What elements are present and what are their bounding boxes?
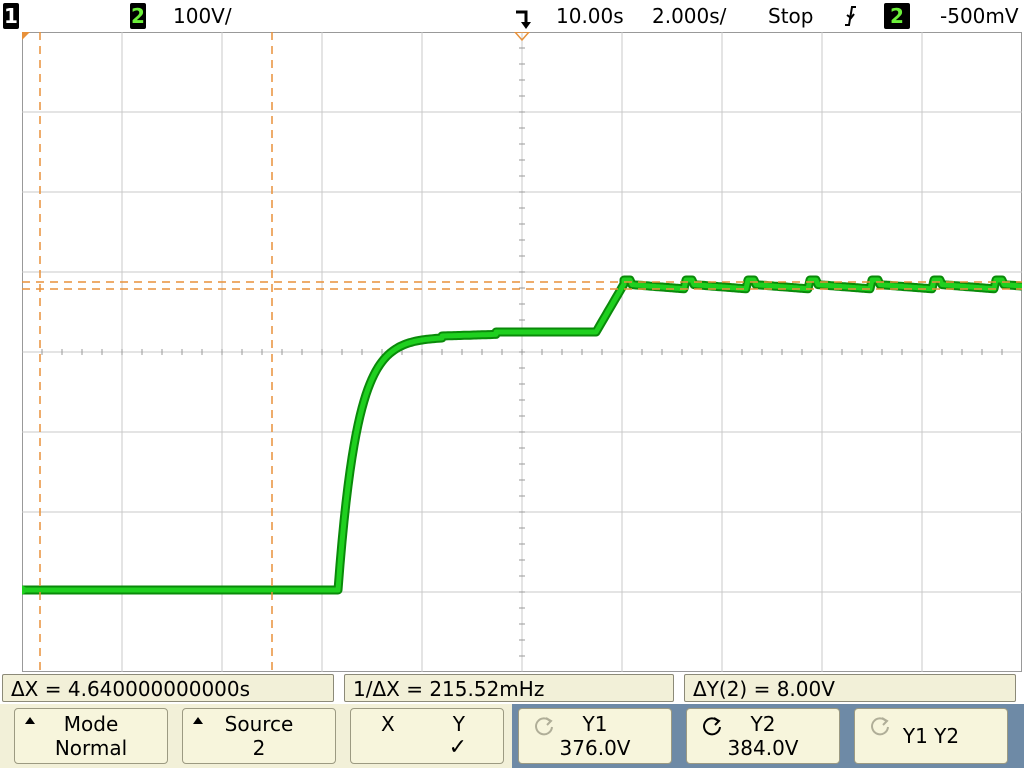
- time-reference-marker-icon: [516, 10, 531, 29]
- delta-y-readout: ΔY(2) = 8.00V: [684, 674, 1016, 702]
- run-state: Stop: [768, 4, 814, 28]
- delta-x-readout: ΔX = 4.640000000000s: [2, 674, 334, 702]
- y-option-label: Y: [452, 712, 465, 736]
- y1-y2-cursor-softkey[interactable]: Y1 Y2: [854, 708, 1008, 764]
- trigger-source-badge: 2: [884, 3, 910, 29]
- source-value: 2: [252, 736, 266, 760]
- inverse-delta-x-readout: 1/ΔX = 215.52mHz: [344, 674, 674, 702]
- waveform-display: [22, 32, 1022, 672]
- y2-cursor-softkey[interactable]: Y2 384.0V: [686, 708, 840, 764]
- y-selected-check-icon: ✓: [448, 735, 467, 760]
- source-softkey[interactable]: Source 2: [182, 708, 336, 764]
- xy-softkey[interactable]: X Y ✓: [350, 708, 504, 764]
- time-reference: 10.00s: [556, 4, 624, 28]
- falling-edge-trigger-icon: [845, 6, 856, 26]
- trigger-level: -500mV: [940, 4, 1019, 28]
- y1-cursor-softkey[interactable]: Y1 376.0V: [518, 708, 672, 764]
- graticule-svg: [22, 32, 1022, 672]
- screen-markers: [22, 32, 530, 595]
- volts-per-div: 100V/: [173, 4, 232, 28]
- x-option-label: X: [381, 712, 395, 736]
- y1-label: Y1: [582, 712, 608, 736]
- y1-value: 376.0V: [559, 736, 631, 760]
- y1-y2-label: Y1 Y2: [902, 724, 960, 748]
- status-bar: 1 2 100V/ 10.00s 2.000s/ Stop 2 -500mV: [0, 0, 1024, 32]
- mode-value: Normal: [54, 736, 128, 760]
- graticule-grid: [22, 32, 1022, 672]
- time-per-div: 2.000s/: [652, 4, 727, 28]
- x1-cursor-marker-icon: [22, 32, 30, 40]
- channel-2-badge[interactable]: 2: [130, 3, 146, 29]
- channel-1-badge[interactable]: 1: [3, 3, 19, 29]
- source-label: Source: [224, 712, 294, 736]
- y2-label: Y2: [750, 712, 776, 736]
- mode-softkey[interactable]: Mode Normal: [14, 708, 168, 764]
- y2-value: 384.0V: [727, 736, 799, 760]
- mode-label: Mode: [63, 712, 119, 736]
